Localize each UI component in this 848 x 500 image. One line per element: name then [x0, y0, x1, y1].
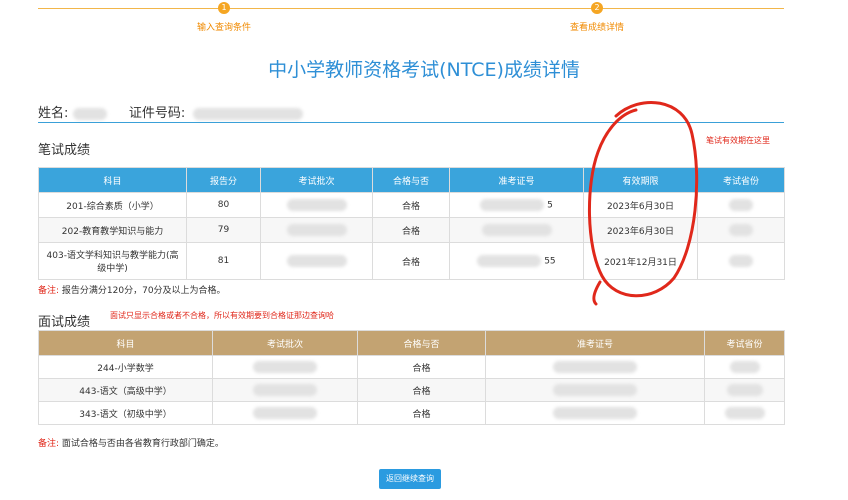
step-2: 2 查看成绩详情 — [537, 2, 657, 33]
result-cell: 合格 — [372, 217, 450, 243]
table-row: 244-小学数学 合格 — [38, 355, 785, 379]
result-cell: 合格 — [372, 242, 450, 280]
table-row: 343-语文（初级中学） 合格 — [38, 401, 785, 425]
id-value-redacted — [193, 107, 304, 120]
interview-note-text: 面试合格与否由各省教育行政部门确定。 — [61, 439, 224, 449]
written-note: 备注: 报告分满分120分，70分及以上为合格。 — [38, 283, 226, 296]
written-note-label: 备注: — [38, 286, 60, 296]
ticket-tail: 55 — [544, 256, 556, 267]
progress-line — [38, 8, 784, 9]
province-cell-redacted — [697, 192, 785, 218]
validity-cell: 2023年6月30日 — [583, 192, 698, 218]
interview-note: 备注: 面试合格与否由各省教育行政部门确定。 — [38, 436, 224, 449]
col-result: 合格与否 — [357, 330, 486, 356]
ticket-cell-redacted — [485, 378, 705, 402]
result-cell: 合格 — [357, 401, 486, 425]
batch-cell-redacted — [260, 217, 373, 243]
col-result: 合格与否 — [372, 167, 450, 193]
result-cell: 合格 — [372, 192, 450, 218]
progress-steps: 1 输入查询条件 2 查看成绩详情 — [38, 0, 784, 36]
score-cell: 79 — [186, 217, 261, 243]
step-1-number: 1 — [218, 2, 230, 14]
interview-scores-table: 科目 考试批次 合格与否 准考证号 考试省份 244-小学数学 合格 443-语… — [38, 330, 785, 425]
candidate-info: 姓名: 证件号码: — [38, 102, 304, 121]
province-cell-redacted — [704, 355, 785, 379]
step-2-number: 2 — [591, 2, 603, 14]
ticket-cell-redacted: 55 — [449, 242, 584, 280]
subject-cell: 201-综合素质（小学） — [38, 192, 187, 218]
interview-annotation: 面试只显示合格或者不合格，所以有效期要到合格证那边查询哈 — [110, 311, 334, 320]
subject-cell: 244-小学数学 — [38, 355, 213, 379]
col-ticket: 准考证号 — [449, 167, 584, 193]
step-1: 1 输入查询条件 — [164, 2, 284, 33]
validity-cell: 2023年6月30日 — [583, 217, 698, 243]
ticket-cell-redacted — [485, 355, 705, 379]
table-header-row: 科目 考试批次 合格与否 准考证号 考试省份 — [38, 330, 785, 356]
ticket-cell-redacted: 5 — [449, 192, 584, 218]
province-cell-redacted — [697, 217, 785, 243]
score-cell: 80 — [186, 192, 261, 218]
table-row: 202-教育教学知识与能力 79 合格 2023年6月30日 — [38, 217, 785, 243]
step-2-label: 查看成绩详情 — [569, 23, 624, 33]
ticket-tail: 5 — [547, 200, 553, 211]
col-province: 考试省份 — [697, 167, 785, 193]
col-province: 考试省份 — [704, 330, 785, 356]
subject-cell: 343-语文（初级中学） — [38, 401, 213, 425]
result-cell: 合格 — [357, 378, 486, 402]
subject-cell: 443-语文（高级中学） — [38, 378, 213, 402]
col-validity: 有效期限 — [583, 167, 698, 193]
col-subject: 科目 — [38, 330, 213, 356]
ticket-cell-redacted — [449, 217, 584, 243]
subject-cell: 202-教育教学知识与能力 — [38, 217, 187, 243]
name-label: 姓名: — [38, 106, 69, 121]
province-cell-redacted — [704, 378, 785, 402]
col-subject: 科目 — [38, 167, 187, 193]
written-note-text: 报告分满分120分，70分及以上为合格。 — [61, 286, 226, 296]
score-cell: 81 — [186, 242, 261, 280]
table-header-row: 科目 报告分 考试批次 合格与否 准考证号 有效期限 考试省份 — [38, 167, 785, 193]
table-row: 403-语文学科知识与教学能力(高级中学) 81 合格 55 2021年12月3… — [38, 242, 785, 280]
col-score: 报告分 — [186, 167, 261, 193]
subject-cell: 403-语文学科知识与教学能力(高级中学) — [38, 242, 187, 280]
ticket-cell-redacted — [485, 401, 705, 425]
table-row: 201-综合素质（小学） 80 合格 5 2023年6月30日 — [38, 192, 785, 218]
interview-note-label: 备注: — [38, 439, 60, 449]
step-1-label: 输入查询条件 — [196, 23, 251, 33]
result-cell: 合格 — [357, 355, 486, 379]
id-label: 证件号码: — [128, 106, 186, 121]
written-annotation: 笔试有效期在这里 — [706, 136, 770, 145]
back-continue-button[interactable]: 返回继续查询 — [379, 469, 441, 489]
province-cell-redacted — [697, 242, 785, 280]
written-scores-table: 科目 报告分 考试批次 合格与否 准考证号 有效期限 考试省份 201-综合素质… — [38, 167, 785, 280]
batch-cell-redacted — [260, 242, 373, 280]
col-batch: 考试批次 — [212, 330, 358, 356]
batch-cell-redacted — [212, 401, 358, 425]
province-cell-redacted — [704, 401, 785, 425]
name-value-redacted — [72, 107, 107, 120]
page-title: 中小学教师资格考试(NTCE)成绩详情 — [268, 59, 580, 81]
col-batch: 考试批次 — [260, 167, 373, 193]
interview-section-title: 面试成绩 — [38, 315, 91, 330]
batch-cell-redacted — [212, 355, 358, 379]
validity-cell: 2021年12月31日 — [583, 242, 698, 280]
col-ticket: 准考证号 — [485, 330, 705, 356]
batch-cell-redacted — [212, 378, 358, 402]
batch-cell-redacted — [260, 192, 373, 218]
info-divider — [38, 122, 784, 123]
written-section-title: 笔试成绩 — [38, 143, 91, 158]
table-row: 443-语文（高级中学） 合格 — [38, 378, 785, 402]
